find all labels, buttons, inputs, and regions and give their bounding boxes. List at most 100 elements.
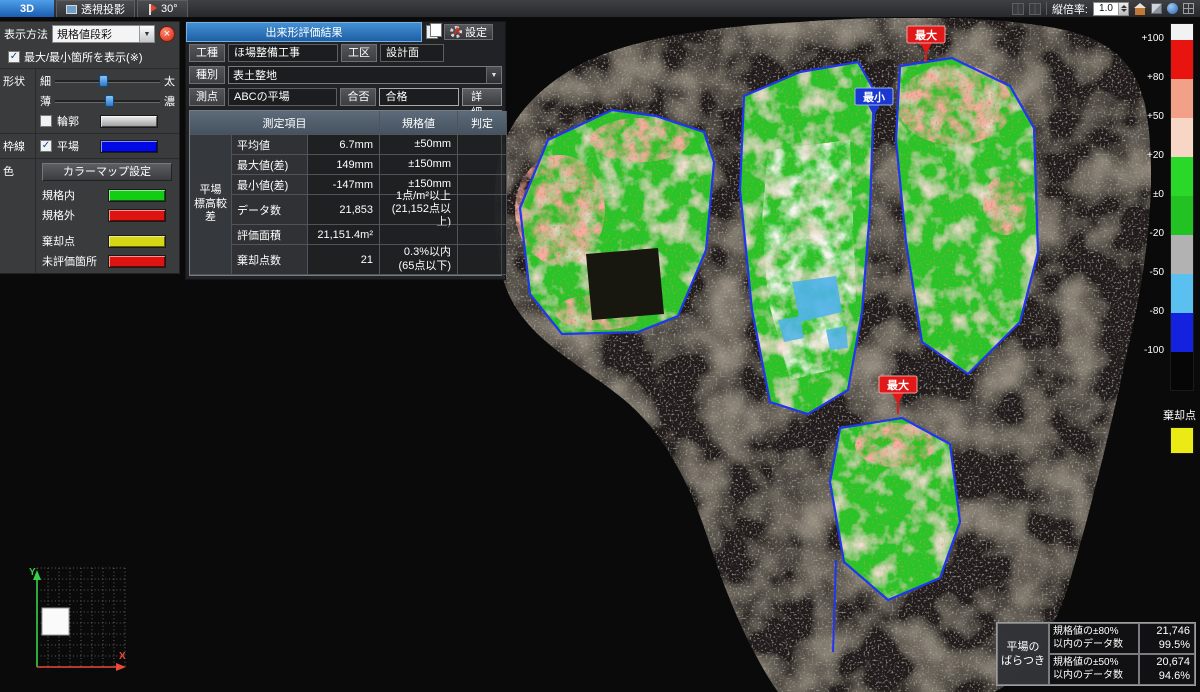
row-judge [458,225,507,245]
display-method-dropdown[interactable]: 規格値段彩 [52,25,155,43]
column-header-judge: 判定 [458,111,507,135]
slider-handle[interactable] [105,95,114,107]
legend-tick: +20 [1116,150,1164,161]
legend-color-block [1171,24,1193,40]
outline-checkbox[interactable] [40,115,52,127]
grid-view-icon[interactable] [1183,3,1194,14]
column-header-item: 測定項目 [190,111,380,135]
design-surface-value: 設計面 [380,44,444,62]
variance-row-value: 21,746 [1156,625,1190,639]
y-axis-label: Y [29,567,36,578]
in-spec-color-swatch[interactable] [108,189,166,202]
group-label: 平場 標高較差 [190,135,232,275]
x-axis-arrow: X [37,651,126,671]
color-section-label: 色 [0,159,36,273]
cube-view-icon[interactable] [1151,3,1162,14]
legend-tick: +50 [1116,111,1164,122]
field-left-notch [586,248,664,320]
globe-view-icon[interactable] [1167,3,1178,14]
legend-color-block [1171,235,1193,274]
row-judge [458,155,507,175]
legend-color-block [1171,40,1193,79]
variance-row-label: 規格値の±80% 以内のデータ数 [1049,623,1139,654]
view-option-icon[interactable] [1029,3,1041,15]
out-spec-color-swatch[interactable] [108,209,166,222]
row-item: 最大値(差) [232,155,308,175]
tab-3d[interactable]: 3D [0,0,54,17]
row-value: 149mm [308,155,380,175]
point-size-slider[interactable] [55,74,160,88]
vertical-scale-spinner[interactable]: 1.0 [1093,2,1129,16]
outline-label: 輪郭 [57,113,95,129]
flat-area-color-swatch[interactable] [100,140,158,153]
out-spec-label: 規格外 [42,207,108,223]
row-item: データ数 [232,195,308,225]
detail-button[interactable]: 詳細 [462,88,502,106]
chevron-down-icon[interactable] [139,26,154,42]
chevron-down-icon[interactable] [486,67,501,83]
axis-orientation-widget[interactable]: Y X [22,562,134,684]
reject-point-label: 棄却点 [42,233,108,249]
row-judge [458,245,507,275]
viewport-3d[interactable]: 最大 最小 最大 [0,0,1200,692]
legend-tick: -100 [1116,345,1164,356]
close-icon[interactable] [159,26,175,42]
vertical-scale-value[interactable]: 1.0 [1094,3,1118,14]
marker-max-label: 最大 [915,28,937,42]
row-value: 6.7mm [308,135,380,155]
show-minmax-checkbox[interactable] [8,51,20,63]
legend-color-block [1171,274,1193,313]
legend-color-block [1171,313,1193,352]
passfail-value: 合格 [379,88,459,106]
settings-button[interactable]: 設定 [444,24,493,40]
column-header-spec: 規格値 [380,111,458,135]
slider-handle[interactable] [99,75,108,87]
field-left-red-patch [590,118,690,162]
show-minmax-label: 最大/最小箇所を表示(※) [24,49,143,65]
legend-reject-swatch [1170,427,1194,454]
unevaluated-label: 未評価箇所 [42,253,108,269]
category-dropdown[interactable]: 表土整地 [228,66,502,84]
flat-area-checkbox[interactable] [40,140,52,152]
legend-color-block [1171,118,1193,157]
copy-report-icon[interactable] [426,25,438,39]
legend-color-block [1171,352,1193,390]
flat-area-label: 平場 [57,138,95,154]
view-option-icon[interactable] [1012,3,1024,15]
outline-color-swatch[interactable] [100,115,158,128]
variance-title: 平場の ばらつき [997,623,1049,685]
row-value: 21 [308,245,380,275]
panel-title: 出来形評価結果 [186,22,422,42]
perspective-button[interactable]: 透視投影 [56,0,135,17]
unevaluated-color-swatch[interactable] [108,255,166,268]
variance-row-pct: 94.6% [1159,670,1190,684]
display-method-value: 規格値段彩 [53,26,139,42]
spinner-arrows[interactable] [1118,3,1128,15]
spinner-up-icon[interactable] [1121,5,1127,8]
row-judge [458,195,507,225]
row-spec: ±50mm [380,135,458,155]
row-spec: ±150mm [380,155,458,175]
water-patch [826,326,848,350]
row-spec: 0.3%以内 (65点以下) [380,245,458,275]
toolbar-separator [1046,2,1047,15]
shape-section-label: 形状 [0,69,36,133]
angle-button[interactable]: 30° [137,0,188,17]
row-value: -147mm [308,175,380,195]
colormap-settings-button[interactable]: カラーマップ設定 [42,163,172,181]
category-label: 種別 [189,66,225,84]
row-item: 評価面積 [232,225,308,245]
top-toolbar: 3D 透視投影 30° 縦倍率: 1.0 [0,0,1200,18]
reject-color-swatch[interactable] [108,235,166,248]
home-view-icon[interactable] [1134,3,1146,15]
row-judge [458,135,507,155]
category-value: 表土整地 [229,67,486,83]
thick-label: 太 [164,73,175,89]
legend-tick: -20 [1116,228,1164,239]
spinner-down-icon[interactable] [1121,9,1127,12]
variance-row-label: 規格値の±50% 以内のデータ数 [1049,654,1139,685]
variance-row-value: 20,674 [1156,656,1190,670]
display-settings-panel: 表示方法 規格値段彩 最大/最小箇所を表示(※) 形状 細 太 薄 [0,21,180,274]
density-slider[interactable] [55,94,160,108]
axis-selection-box[interactable] [42,608,69,635]
